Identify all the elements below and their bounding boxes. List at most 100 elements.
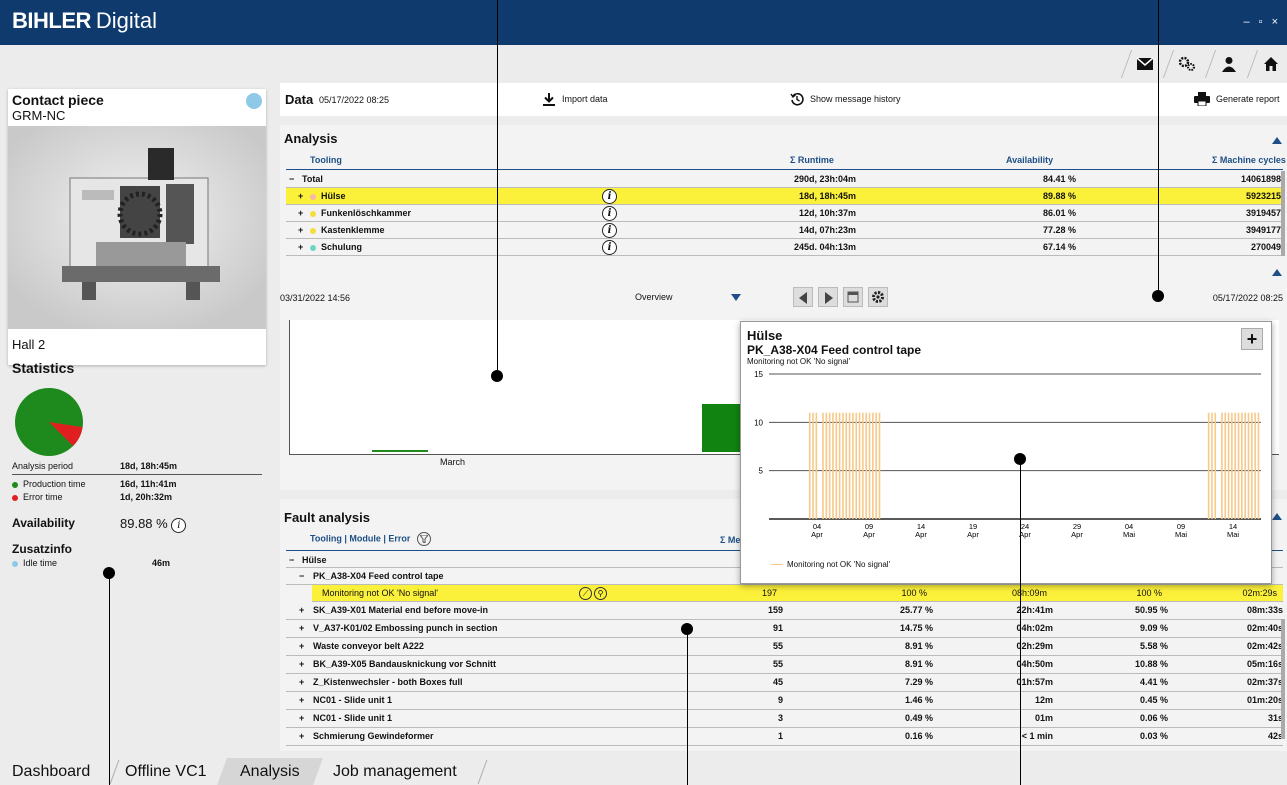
collapse-fault-icon[interactable]: [1272, 513, 1282, 520]
availability-value: 89.88 % i: [120, 516, 187, 533]
zusatzinfo-title: Zusatzinfo: [12, 542, 72, 556]
table-row[interactable]: + Hülse i 18d, 18h:45m 89.88 % 5923215: [286, 188, 1283, 205]
fault-table-row[interactable]: + BK_A39-X05 Bandausknickung vor Schnitt 5…: [286, 656, 1283, 674]
col-tooling[interactable]: Tooling: [310, 155, 342, 165]
chart-bar: [868, 412, 871, 519]
analysis-title: Analysis: [284, 131, 338, 146]
chart-bar: [875, 412, 877, 519]
table-row-total[interactable]: − Total 290d, 23h:04m 84.41 % 14061898: [286, 171, 1283, 188]
tab-offline-vc1[interactable]: Offline VC1: [125, 763, 207, 781]
fault-table-row[interactable]: + Schmierung Gewindeformer 1 0.16 % < 1 min 0…: [286, 728, 1283, 746]
fault-selected-row[interactable]: Monitoring not OK 'No signal' ⟋ ⚲ 197 10…: [312, 585, 1283, 602]
chart-bar: [1207, 412, 1210, 519]
fault-table-row[interactable]: + SK_A39-X01 Material end before move-in 1…: [286, 602, 1283, 620]
table-row[interactable]: + Kastenklemme i 14d, 07h:23m 77.28 % 3949177: [286, 222, 1283, 239]
chart-bar: [1244, 412, 1246, 519]
chart-bar: [1241, 412, 1243, 519]
expand-icon: +: [299, 677, 305, 687]
generate-report-button[interactable]: Generate report: [1194, 92, 1280, 106]
next-button[interactable]: [818, 287, 838, 307]
chart-bar: [845, 412, 848, 519]
fault-table-row[interactable]: + NC01 - Slide unit 1 3 0.49 % 01m 0.06 % 31s: [286, 710, 1283, 728]
view-select[interactable]: Overview: [635, 289, 745, 305]
collapse-analysis-icon[interactable]: [1272, 137, 1282, 144]
col-cycles[interactable]: Σ Machine cycles: [1212, 155, 1286, 165]
expand-icon: +: [298, 208, 304, 218]
fault-col-path[interactable]: Tooling | Module | Error: [310, 532, 431, 546]
status-dot: [246, 93, 262, 109]
table-row[interactable]: + Funkenlöschkammer i 12d, 10h:37m 86.01 % 39…: [286, 205, 1283, 222]
machine-card[interactable]: Contact piece GRM-NC Hall 2: [8, 89, 266, 365]
timeline-settings-button[interactable]: [868, 287, 888, 307]
y-tick-label: 15: [754, 370, 763, 379]
collapse-timeline-icon[interactable]: [1272, 269, 1282, 276]
show-history-button[interactable]: Show message history: [790, 92, 901, 106]
callout-line: [1158, 0, 1159, 296]
chart-icon[interactable]: ⟋: [579, 587, 592, 600]
x-tick-label: Apr: [915, 530, 927, 539]
fault-detail-popup[interactable]: Hülse PK_A38-X04 Feed control tape Monit…: [740, 321, 1272, 584]
callout-line: [109, 573, 110, 785]
chart-bar: [855, 412, 858, 519]
info-icon[interactable]: i: [171, 518, 187, 533]
machine-image: [8, 126, 266, 329]
chart-bar: [1234, 412, 1237, 519]
error-time-row: Error time 1d, 20h:32m: [12, 492, 172, 502]
tab-divider: [109, 760, 120, 784]
fault-table-row[interactable]: + NC01 - Slide unit 1 9 1.46 % 12m 0.45 % 01m:…: [286, 692, 1283, 710]
gear-icon: [872, 291, 884, 303]
fault-table-row[interactable]: + V_A37-K01/02 Embossing punch in section…: [286, 620, 1283, 638]
callout-line: [1020, 459, 1021, 785]
top-toolbar: [0, 45, 1287, 83]
settings-button[interactable]: [1162, 50, 1210, 78]
location-label: Hall 2: [12, 337, 46, 352]
settings-icon: [1178, 56, 1195, 71]
fault-table-row[interactable]: + Waste conveyor belt A222 55 8.91 % 02h:29m…: [286, 638, 1283, 656]
window-controls[interactable]: – ▫ ×: [1243, 16, 1281, 28]
download-icon: [543, 93, 555, 106]
tab-job-management[interactable]: Job management: [333, 763, 457, 781]
x-tick-label: Apr: [811, 530, 823, 539]
tooling-color-dot-icon: [310, 193, 316, 200]
data-date: 05/17/2022 08:25: [319, 95, 390, 105]
error-dot-icon: [12, 494, 18, 501]
col-availability[interactable]: Availability: [1006, 155, 1053, 165]
analysis-scrollbar[interactable]: [1281, 171, 1285, 256]
chart-bar: [1237, 412, 1240, 519]
x-tick-label: Apr: [1071, 530, 1083, 539]
fault-analysis-title: Fault analysis: [284, 510, 370, 525]
fault-table-row[interactable]: + Z_Kistenwechsler - both Boxes full 45 7.2…: [286, 674, 1283, 692]
tab-analysis[interactable]: Analysis: [240, 763, 300, 781]
mail-button[interactable]: [1120, 50, 1168, 78]
expand-plus-icon[interactable]: +: [1241, 328, 1263, 350]
calendar-button[interactable]: [843, 287, 863, 307]
info-icon[interactable]: i: [602, 189, 617, 204]
app-logo: BIHLER Digital: [12, 8, 158, 33]
availability-label: Availability: [12, 516, 75, 530]
info-icon[interactable]: i: [602, 240, 617, 255]
filter-icon: [416, 532, 431, 546]
search-icon[interactable]: ⚲: [594, 587, 607, 600]
import-data-button[interactable]: Import data: [542, 92, 608, 106]
tab-divider: [477, 760, 488, 784]
prev-button[interactable]: [793, 287, 813, 307]
chart-bar: [848, 412, 851, 519]
chart-bar: [878, 412, 881, 519]
stats-divider: [12, 474, 262, 475]
idle-time-row: Idle time 46m: [12, 558, 170, 568]
table-row[interactable]: + Schulung i 245d. 04h:13m 67.14 % 270049: [286, 239, 1283, 256]
info-icon[interactable]: i: [602, 223, 617, 238]
popup-subtitle: PK_A38-X04 Feed control tape: [747, 343, 922, 357]
user-button[interactable]: [1204, 50, 1252, 78]
home-button[interactable]: [1246, 50, 1287, 78]
chart-bar: [1221, 412, 1223, 519]
tab-dashboard[interactable]: Dashboard: [12, 763, 90, 781]
fault-col-m[interactable]: Σ Me: [720, 535, 740, 545]
fault-scrollbar[interactable]: [1281, 619, 1285, 739]
col-runtime[interactable]: Σ Runtime: [790, 155, 834, 165]
info-icon[interactable]: i: [602, 206, 617, 221]
chart-bar: [1214, 412, 1217, 519]
callout-line: [497, 0, 498, 376]
expand-icon: +: [299, 605, 305, 615]
chart-bar: [1227, 412, 1230, 519]
